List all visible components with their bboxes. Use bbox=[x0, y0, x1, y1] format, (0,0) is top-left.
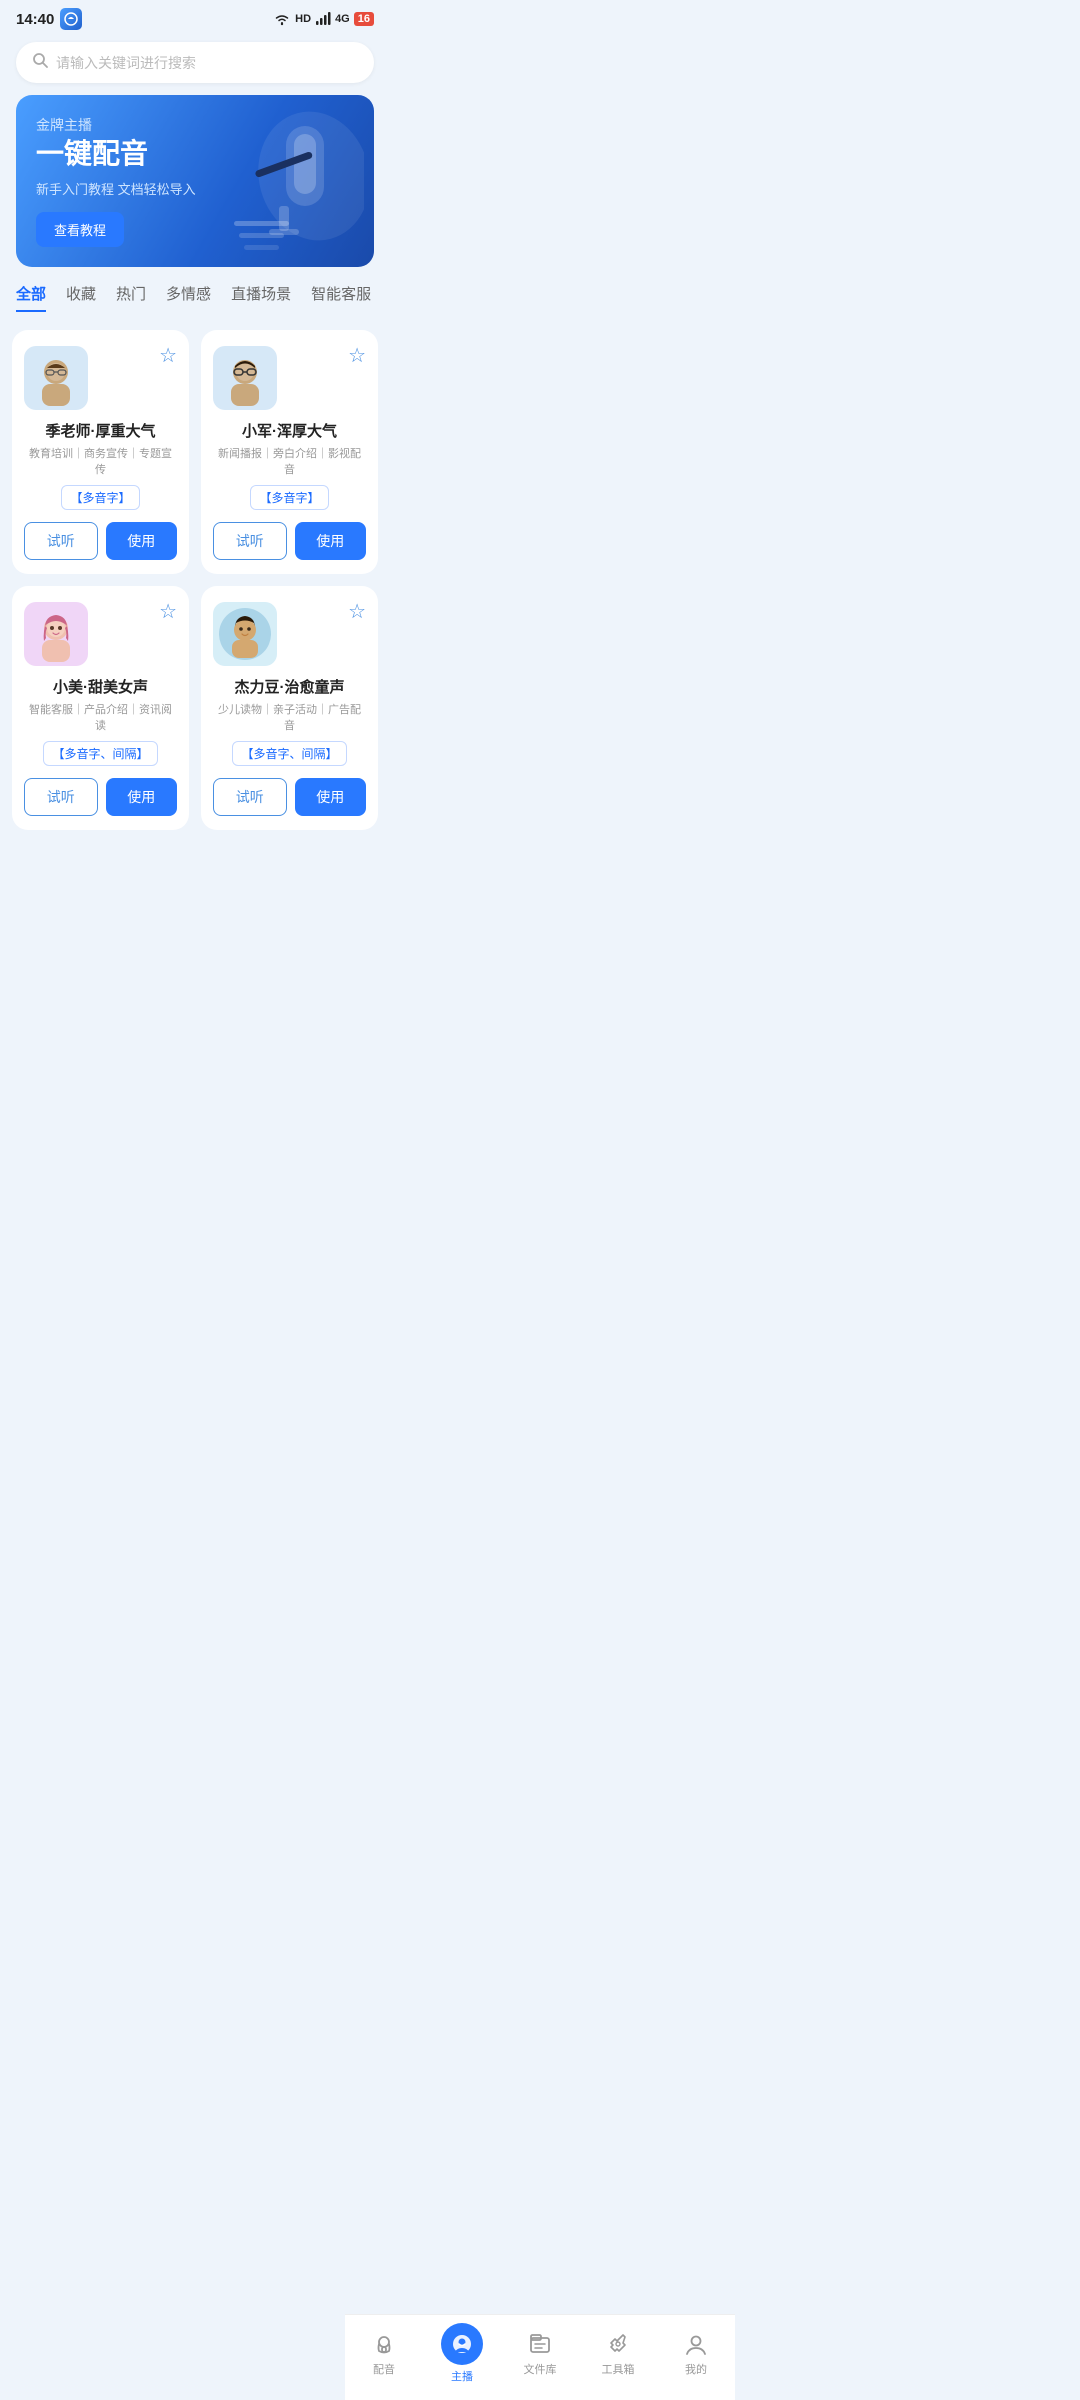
use-btn-xiaomei[interactable]: 使用 bbox=[106, 778, 178, 816]
nav-dubbing-label: 配音 bbox=[373, 2361, 395, 2377]
card-btns-jilao: 试听 使用 bbox=[24, 522, 177, 560]
voice-card-jilao: ☆ 季老师·厚重大气 教育培训｜商务宣传｜专题宣传 【多音字】 试听 使用 bbox=[12, 330, 189, 574]
search-bar[interactable]: 请输入关键词进行搜索 bbox=[16, 42, 374, 83]
nav-tools[interactable]: 工具箱 bbox=[588, 2330, 648, 2377]
card-btns-xiaomei: 试听 使用 bbox=[24, 778, 177, 816]
avatar-jilao bbox=[24, 346, 88, 410]
dubbing-icon bbox=[370, 2330, 398, 2358]
search-placeholder: 请输入关键词进行搜索 bbox=[56, 53, 196, 73]
tabs-scroll: 全部 收藏 热门 多情感 直播场景 智能客服 bbox=[16, 283, 374, 314]
listen-btn-xiaomei[interactable]: 试听 bbox=[24, 778, 98, 816]
card-avatar-row-xiaomei: ☆ bbox=[24, 602, 177, 666]
listen-btn-jielidou[interactable]: 试听 bbox=[213, 778, 287, 816]
status-time: 14:40 bbox=[16, 11, 54, 28]
nav-host-label: 主播 bbox=[451, 2368, 473, 2384]
app-icon bbox=[60, 8, 82, 30]
tab-live[interactable]: 直播场景 bbox=[231, 283, 291, 312]
status-icons: HD 4G 16 bbox=[273, 12, 374, 26]
tabs-container: 全部 收藏 热门 多情感 直播场景 智能客服 bbox=[0, 283, 390, 314]
cards-grid: ☆ 季老师·厚重大气 教育培训｜商务宣传｜专题宣传 【多音字】 试听 使用 bbox=[0, 322, 390, 838]
favorite-btn-jilao[interactable]: ☆ bbox=[159, 346, 177, 366]
card-tags-jielidou: 少儿读物｜亲子活动｜广告配音 bbox=[213, 701, 366, 733]
avatar-xiaojun bbox=[213, 346, 277, 410]
nav-tools-label: 工具箱 bbox=[602, 2361, 635, 2377]
card-btns-xiaojun: 试听 使用 bbox=[213, 522, 366, 560]
mic-illustration bbox=[224, 106, 364, 256]
card-name-xiaojun: 小军·浑厚大气 bbox=[213, 420, 366, 441]
card-feature-jilao: 【多音字】 bbox=[61, 485, 139, 510]
feature-row-jielidou: 【多音字、间隔】 bbox=[213, 741, 366, 778]
card-tags-xiaomei: 智能客服｜产品介绍｜资讯阅读 bbox=[24, 701, 177, 733]
avatar-xiaomei bbox=[24, 602, 88, 666]
tools-icon bbox=[604, 2330, 632, 2358]
tab-ai[interactable]: 智能客服 bbox=[311, 283, 371, 312]
feature-row-xiaojun: 【多音字】 bbox=[213, 485, 366, 522]
card-avatar-row-jielidou: ☆ bbox=[213, 602, 366, 666]
card-avatar-row: ☆ bbox=[24, 346, 177, 410]
banner-illustration bbox=[214, 95, 374, 267]
favorite-btn-xiaomei[interactable]: ☆ bbox=[159, 602, 177, 622]
use-btn-jilao[interactable]: 使用 bbox=[106, 522, 178, 560]
voice-card-xiaomei: ☆ 小美·甜美女声 智能客服｜产品介绍｜资讯阅读 【多音字、间隔】 试听 使用 bbox=[12, 586, 189, 830]
card-tags-jilao: 教育培训｜商务宣传｜专题宣传 bbox=[24, 445, 177, 477]
card-feature-jielidou: 【多音字、间隔】 bbox=[232, 741, 346, 766]
use-btn-xiaojun[interactable]: 使用 bbox=[295, 522, 367, 560]
card-tags-xiaojun: 新闻播报｜旁白介绍｜影视配音 bbox=[213, 445, 366, 477]
search-icon bbox=[32, 52, 48, 73]
card-avatar-row-xiaojun: ☆ bbox=[213, 346, 366, 410]
avatar-jielidou bbox=[213, 602, 277, 666]
signal-icon bbox=[315, 12, 331, 26]
mine-icon bbox=[682, 2330, 710, 2358]
tab-emotion[interactable]: 多情感 bbox=[166, 283, 211, 312]
favorite-btn-xiaojun[interactable]: ☆ bbox=[348, 346, 366, 366]
voice-card-jielidou: ☆ 杰力豆·治愈童声 少儿读物｜亲子活动｜广告配音 【多音字、间隔】 试听 使用 bbox=[201, 586, 378, 830]
card-name-xiaomei: 小美·甜美女声 bbox=[24, 676, 177, 697]
4g-label: 4G bbox=[335, 13, 350, 25]
tab-fav[interactable]: 收藏 bbox=[66, 283, 96, 312]
nav-files-label: 文件库 bbox=[524, 2361, 557, 2377]
voice-card-xiaojun: ☆ 小军·浑厚大气 新闻播报｜旁白介绍｜影视配音 【多音字】 试听 使用 bbox=[201, 330, 378, 574]
host-icon bbox=[441, 2323, 483, 2365]
tab-hot[interactable]: 热门 bbox=[116, 283, 146, 312]
tab-all[interactable]: 全部 bbox=[16, 283, 46, 312]
files-icon bbox=[526, 2330, 554, 2358]
nav-host[interactable]: 主播 bbox=[432, 2323, 492, 2384]
battery-icon: 16 bbox=[354, 12, 374, 26]
nav-files[interactable]: 文件库 bbox=[510, 2330, 570, 2377]
bottom-nav: 配音 主播 文件库 bbox=[345, 2314, 735, 2400]
listen-btn-xiaojun[interactable]: 试听 bbox=[213, 522, 287, 560]
banner-button[interactable]: 查看教程 bbox=[36, 212, 124, 247]
favorite-btn-jielidou[interactable]: ☆ bbox=[348, 602, 366, 622]
nav-dubbing[interactable]: 配音 bbox=[354, 2330, 414, 2377]
card-name-jielidou: 杰力豆·治愈童声 bbox=[213, 676, 366, 697]
nav-mine[interactable]: 我的 bbox=[666, 2330, 726, 2377]
hd-label: HD bbox=[295, 13, 311, 25]
banner: 金牌主播 一键配音 新手入门教程 文档轻松导入 查看教程 bbox=[16, 95, 374, 267]
card-btns-jielidou: 试听 使用 bbox=[213, 778, 366, 816]
feature-row-xiaomei: 【多音字、间隔】 bbox=[24, 741, 177, 778]
use-btn-jielidou[interactable]: 使用 bbox=[295, 778, 367, 816]
card-feature-xiaojun: 【多音字】 bbox=[250, 485, 328, 510]
listen-btn-jilao[interactable]: 试听 bbox=[24, 522, 98, 560]
feature-row-jilao: 【多音字】 bbox=[24, 485, 177, 522]
card-feature-xiaomei: 【多音字、间隔】 bbox=[43, 741, 157, 766]
card-name-jilao: 季老师·厚重大气 bbox=[24, 420, 177, 441]
wifi-icon bbox=[273, 12, 291, 26]
nav-mine-label: 我的 bbox=[685, 2361, 707, 2377]
status-bar: 14:40 HD 4G 16 bbox=[0, 0, 390, 34]
